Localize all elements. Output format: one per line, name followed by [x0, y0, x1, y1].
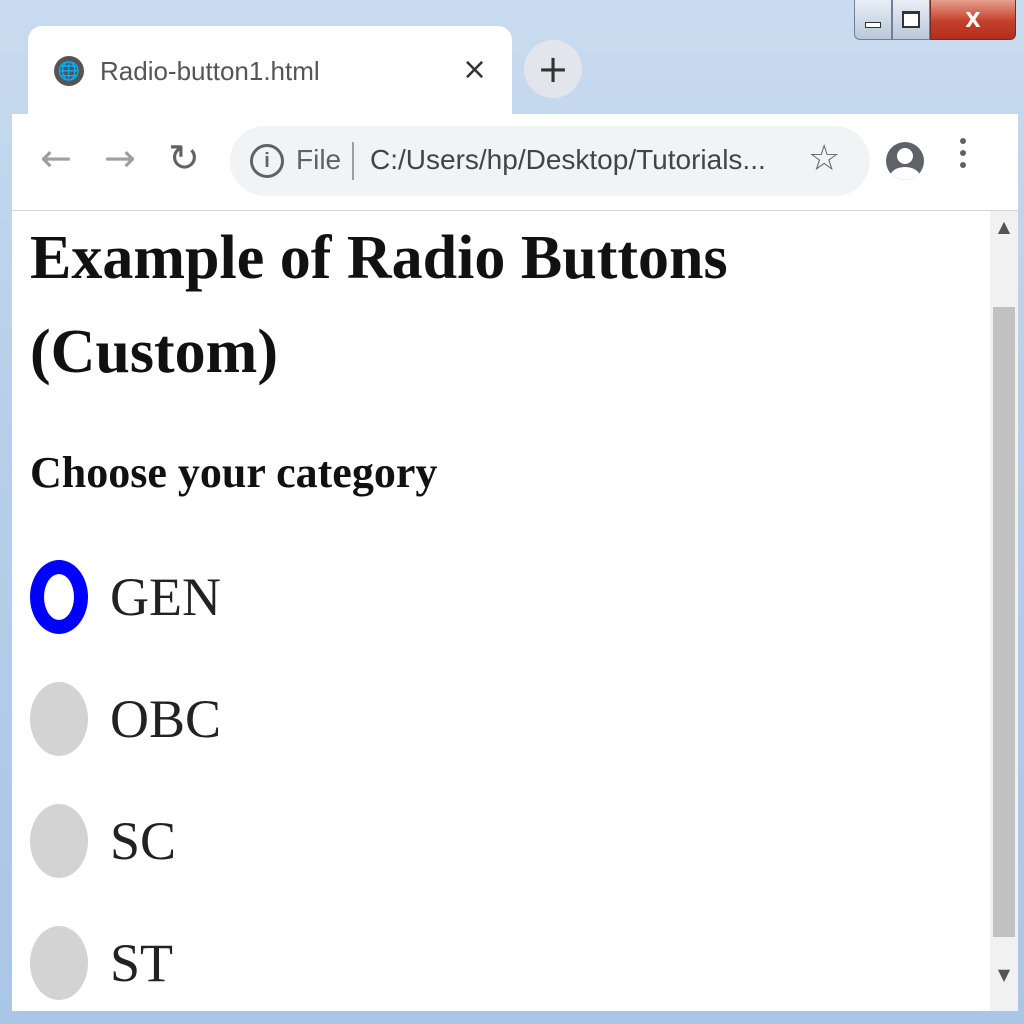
address-separator [352, 142, 354, 180]
scroll-up-arrow-icon[interactable]: ▲ [990, 217, 1018, 257]
tab-close-icon[interactable]: × [462, 52, 487, 87]
globe-icon: 🌐 [54, 56, 84, 86]
radio-option-gen[interactable]: GEN [30, 557, 221, 637]
new-tab-button[interactable]: + [524, 40, 582, 98]
radio-label: ST [110, 933, 174, 993]
tab-title: Radio-button1.html [100, 56, 320, 86]
maximize-icon [902, 11, 920, 28]
browser-tab[interactable]: 🌐 Radio-button1.html × [28, 26, 512, 114]
browser-toolbar: ← → ↻ i File C:/Users/hp/Desktop/Tutoria… [12, 114, 1018, 210]
scheme-label: File [296, 144, 342, 175]
page-viewport: Example of Radio Buttons (Custom) Choose… [12, 210, 1018, 1011]
reload-icon[interactable]: ↻ [168, 136, 200, 180]
category-heading: Choose your category [30, 448, 438, 497]
radio-label: SC [110, 811, 177, 871]
close-window-button[interactable]: X [930, 0, 1016, 40]
page-content: Example of Radio Buttons (Custom) Choose… [30, 211, 978, 1000]
address-bar[interactable]: i File C:/Users/hp/Desktop/Tutorials... … [230, 126, 870, 196]
radio-button[interactable] [30, 682, 88, 756]
minimize-button[interactable] [854, 0, 892, 40]
radio-label: GEN [110, 567, 221, 627]
radio-button-checked[interactable] [30, 560, 88, 634]
radio-button[interactable] [30, 804, 88, 878]
radio-button[interactable] [30, 926, 88, 1000]
maximize-button[interactable] [892, 0, 930, 40]
scrollbar-thumb[interactable] [993, 307, 1015, 937]
back-arrow-icon[interactable]: ← [40, 136, 72, 180]
window-controls: X [854, 0, 1016, 44]
kebab-menu-icon[interactable] [960, 138, 968, 174]
radio-option-obc[interactable]: OBC [30, 679, 221, 759]
url-text[interactable]: C:/Users/hp/Desktop/Tutorials... [370, 144, 766, 176]
info-icon[interactable]: i [250, 144, 284, 178]
vertical-scrollbar[interactable]: ▲ ▼ [990, 211, 1018, 1011]
radio-option-st[interactable]: ST [30, 923, 173, 1003]
forward-arrow-icon[interactable]: → [104, 136, 136, 180]
scroll-down-arrow-icon[interactable]: ▼ [990, 965, 1018, 1005]
radio-label: OBC [110, 689, 222, 749]
minimize-icon [865, 21, 881, 28]
profile-avatar-icon[interactable] [886, 142, 924, 180]
page-heading: Example of Radio Buttons (Custom) [30, 224, 728, 386]
bookmark-star-icon[interactable]: ☆ [808, 138, 840, 179]
radio-option-sc[interactable]: SC [30, 801, 176, 881]
